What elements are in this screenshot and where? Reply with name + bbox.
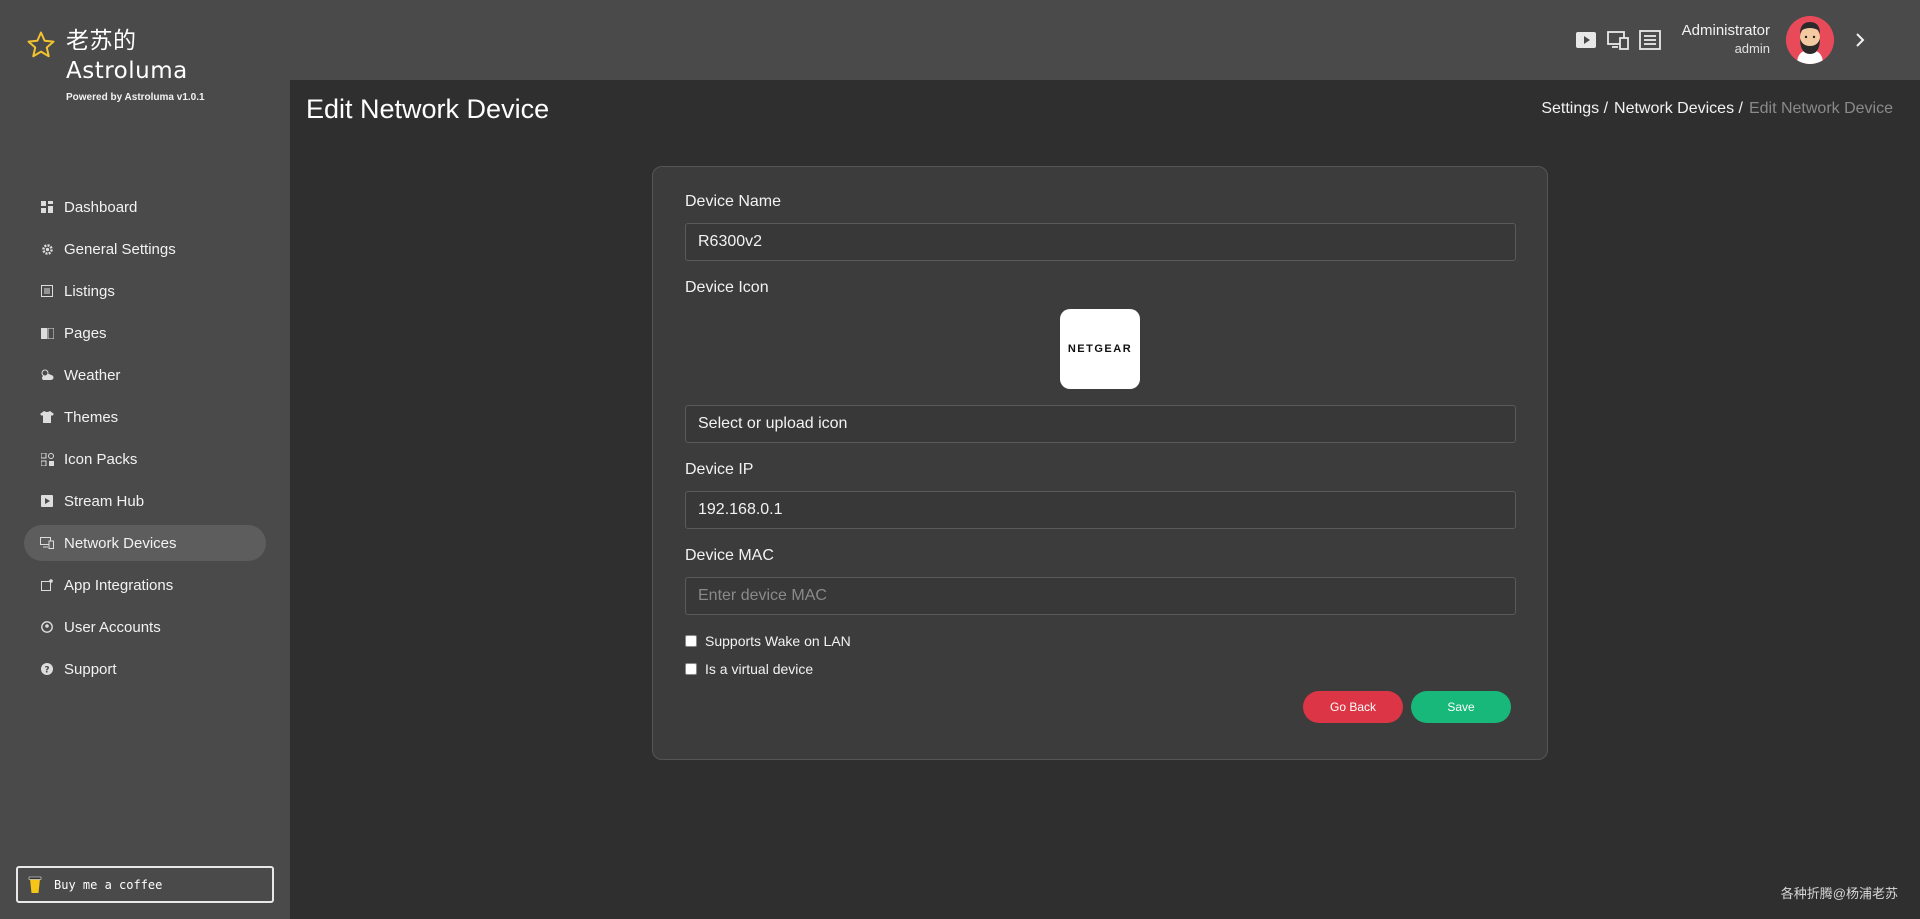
- device-name-input[interactable]: [685, 223, 1516, 261]
- virtual-device-row: Is a virtual device: [685, 661, 813, 677]
- sidebar-item-icon-packs[interactable]: Icon Packs: [24, 441, 266, 477]
- sidebar-item-label: Dashboard: [64, 198, 138, 216]
- sidebar-item-listings[interactable]: Listings: [24, 273, 266, 309]
- user-icon: [40, 620, 54, 634]
- user-name: Administrator: [1681, 22, 1770, 39]
- svg-text:?: ?: [44, 666, 49, 676]
- play-icon: [40, 494, 54, 508]
- book-icon: [40, 326, 54, 340]
- page-title: Edit Network Device: [306, 94, 550, 124]
- go-back-button[interactable]: Go Back: [1303, 691, 1403, 723]
- buy-coffee-label: Buy me a coffee: [54, 877, 163, 892]
- select-icon-button[interactable]: Select or upload icon: [685, 405, 1516, 443]
- sidebar-item-label: Listings: [64, 282, 115, 300]
- chevron-right-icon[interactable]: [1850, 28, 1870, 52]
- shapes-icon: [40, 452, 54, 466]
- sidebar-nav: Dashboard General Settings Listings Page…: [24, 189, 266, 693]
- sidebar-item-label: General Settings: [64, 240, 176, 258]
- wake-on-lan-label: Supports Wake on LAN: [705, 633, 851, 649]
- avatar[interactable]: [1786, 16, 1834, 64]
- user-role: admin: [1734, 41, 1770, 56]
- sidebar-item-weather[interactable]: Weather: [24, 357, 266, 393]
- brand-title-line2: Astroluma: [66, 58, 188, 84]
- breadcrumb-settings[interactable]: Settings /: [1541, 100, 1608, 118]
- shirt-icon: [40, 410, 54, 424]
- integration-icon: [40, 578, 54, 592]
- virtual-device-checkbox[interactable]: [685, 663, 697, 675]
- sidebar-item-user-accounts[interactable]: User Accounts: [24, 609, 266, 645]
- device-icon-label: Device Icon: [685, 279, 769, 296]
- network-devices-icon[interactable]: [1606, 28, 1630, 52]
- gear-icon: [40, 242, 54, 256]
- save-button[interactable]: Save: [1411, 691, 1511, 723]
- breadcrumb-network-devices[interactable]: Network Devices /: [1614, 100, 1743, 118]
- netgear-logo: NETGEAR: [1067, 343, 1133, 355]
- device-ip-input[interactable]: [685, 491, 1516, 529]
- list-icon: [40, 284, 54, 298]
- wake-on-lan-row: Supports Wake on LAN: [685, 633, 851, 649]
- top-icons: [1574, 28, 1662, 52]
- device-icon-preview: NETGEAR: [1060, 309, 1140, 389]
- select-icon-label: Select or upload icon: [698, 415, 848, 432]
- sidebar-item-label: Support: [64, 660, 117, 678]
- buy-coffee-button[interactable]: Buy me a coffee: [16, 866, 274, 903]
- sidebar-item-label: Stream Hub: [64, 492, 145, 510]
- network-icon: [40, 536, 54, 550]
- brand-title-line1: 老苏的: [66, 28, 137, 54]
- avatar-image: [1786, 16, 1834, 64]
- edit-device-card: Device Name Device Icon NETGEAR Select o…: [652, 166, 1548, 760]
- sidebar-item-label: User Accounts: [64, 618, 161, 636]
- brand[interactable]: 老苏的 Astroluma Powered by Astroluma v1.0.…: [26, 26, 205, 103]
- coffee-cup-icon: [28, 876, 42, 893]
- sidebar-item-label: App Integrations: [64, 576, 174, 594]
- sidebar: 老苏的 Astroluma Powered by Astroluma v1.0.…: [0, 0, 290, 919]
- sidebar-item-support[interactable]: ? Support: [24, 651, 266, 687]
- sidebar-item-label: Icon Packs: [64, 450, 138, 468]
- breadcrumb: Settings / Network Devices / Edit Networ…: [1541, 100, 1893, 118]
- stream-hub-icon[interactable]: [1574, 28, 1598, 52]
- sidebar-item-themes[interactable]: Themes: [24, 399, 266, 435]
- user-info: Administrator admin: [1682, 22, 1770, 56]
- device-ip-label: Device IP: [685, 461, 754, 478]
- sidebar-item-network-devices[interactable]: Network Devices: [24, 525, 266, 561]
- sidebar-item-label: Pages: [64, 324, 107, 342]
- device-mac-input[interactable]: [685, 577, 1516, 615]
- sidebar-item-stream-hub[interactable]: Stream Hub: [24, 483, 266, 519]
- grid-icon: [40, 200, 54, 214]
- wake-on-lan-checkbox[interactable]: [685, 635, 697, 647]
- sidebar-item-label: Network Devices: [64, 534, 177, 552]
- sidebar-item-label: Themes: [64, 408, 119, 426]
- sidebar-item-pages[interactable]: Pages: [24, 315, 266, 351]
- help-icon: ?: [40, 662, 54, 676]
- topbar: Administrator admin: [290, 0, 1920, 80]
- device-name-label: Device Name: [685, 193, 782, 210]
- sidebar-item-dashboard[interactable]: Dashboard: [24, 189, 266, 225]
- listings-icon[interactable]: [1638, 28, 1662, 52]
- star-icon: [27, 31, 55, 58]
- sidebar-item-app-integrations[interactable]: App Integrations: [24, 567, 266, 603]
- breadcrumb-current: Edit Network Device: [1748, 100, 1893, 117]
- device-mac-label: Device MAC: [685, 547, 774, 564]
- brand-powered: Powered by Astroluma v1.0.1: [66, 92, 205, 103]
- sidebar-item-label: Weather: [64, 366, 121, 384]
- weather-icon: [40, 368, 54, 382]
- virtual-device-label: Is a virtual device: [705, 661, 814, 677]
- watermark: 各种折腾@杨浦老苏: [1780, 886, 1898, 901]
- sidebar-item-general-settings[interactable]: General Settings: [24, 231, 266, 267]
